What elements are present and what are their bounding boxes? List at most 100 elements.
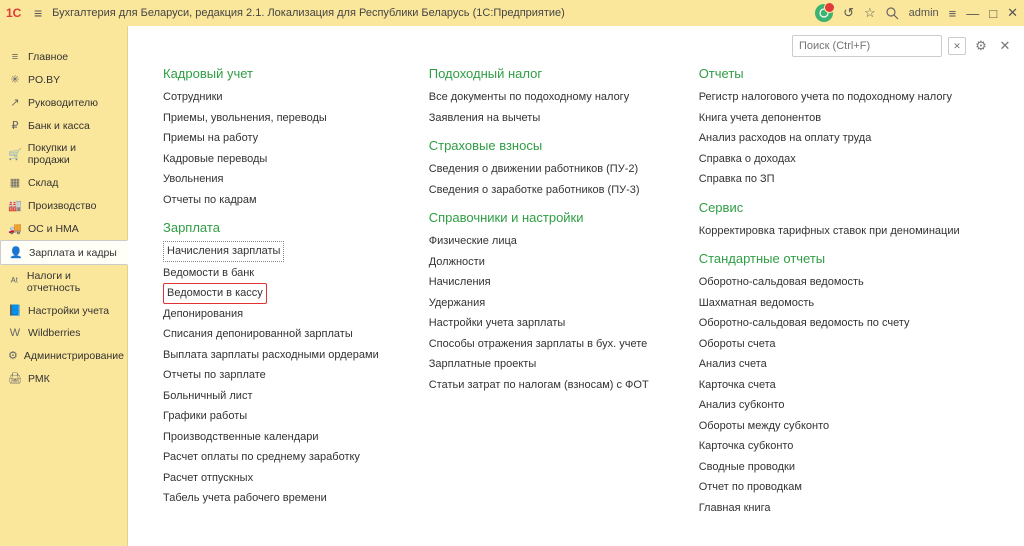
menu-link[interactable]: Начисления bbox=[429, 272, 649, 293]
menu-link[interactable]: Анализ субконто bbox=[699, 395, 960, 416]
sidebar-label: Производство bbox=[28, 200, 96, 212]
sidebar-item-6[interactable]: 🏭Производство bbox=[0, 194, 127, 217]
menu-link[interactable]: Отчеты по зарплате bbox=[163, 365, 379, 386]
global-search-icon[interactable] bbox=[886, 7, 899, 20]
menu-link[interactable]: Оборотно-сальдовая ведомость по счету bbox=[699, 313, 960, 334]
menu-link[interactable]: Способы отражения зарплаты в бух. учете bbox=[429, 334, 649, 355]
menu-link[interactable]: Табель учета рабочего времени bbox=[163, 488, 379, 509]
menu-link[interactable]: Увольнения bbox=[163, 169, 379, 190]
menu-link[interactable]: Корректировка тарифных ставок при деноми… bbox=[699, 221, 960, 242]
menu-link[interactable]: Приемы на работу bbox=[163, 128, 379, 149]
settings-gear-icon[interactable]: ⚙ bbox=[972, 37, 990, 55]
titlebar: 1C ≡ Бухгалтерия для Беларуси, редакция … bbox=[0, 0, 1024, 26]
section-title[interactable]: Подоходный налог bbox=[429, 66, 649, 81]
menu-link[interactable]: Выплата зарплаты расходными ордерами bbox=[163, 345, 379, 366]
menu-link[interactable]: Настройки учета зарплаты bbox=[429, 313, 649, 334]
menu-link[interactable]: Списания депонированной зарплаты bbox=[163, 324, 379, 345]
menu-link[interactable]: Ведомости в банк bbox=[163, 263, 379, 284]
section-title[interactable]: Зарплата bbox=[163, 220, 379, 235]
menu-link[interactable]: Больничный лист bbox=[163, 386, 379, 407]
section-title[interactable]: Страховые взносы bbox=[429, 138, 649, 153]
menu-link[interactable]: Расчет отпускных bbox=[163, 468, 379, 489]
minimize-icon[interactable]: — bbox=[966, 6, 979, 21]
sidebar-icon: ₽ bbox=[8, 119, 22, 132]
close-window-icon[interactable]: ✕ bbox=[1007, 5, 1018, 21]
menu-link[interactable]: Статьи затрат по налогам (взносам) с ФОТ bbox=[429, 375, 649, 396]
menu-link[interactable]: Сводные проводки bbox=[699, 457, 960, 478]
main-menu-icon[interactable]: ≡ bbox=[30, 3, 46, 23]
menu-link[interactable]: Карточка субконто bbox=[699, 436, 960, 457]
menu-link[interactable]: Карточка счета bbox=[699, 375, 960, 396]
menu-link[interactable]: Обороты между субконто bbox=[699, 416, 960, 437]
menu-link[interactable]: Шахматная ведомость bbox=[699, 293, 960, 314]
settings-bars-icon[interactable]: ≡ bbox=[949, 6, 957, 21]
menu-link[interactable]: Оборотно-сальдовая ведомость bbox=[699, 272, 960, 293]
menu-link[interactable]: Все документы по подоходному налогу bbox=[429, 87, 649, 108]
sidebar-icon: 🛒 bbox=[8, 148, 22, 161]
sidebar-item-1[interactable]: ✳PO.BY bbox=[0, 68, 127, 91]
menu-link[interactable]: Расчет оплаты по среднему заработку bbox=[163, 447, 379, 468]
menu-link[interactable]: Книга учета депонентов bbox=[699, 108, 960, 129]
user-label[interactable]: admin bbox=[909, 7, 939, 19]
menu-link[interactable]: Справка о доходах bbox=[699, 149, 960, 170]
section-title[interactable]: Отчеты bbox=[699, 66, 960, 81]
menu-link[interactable]: Сведения о движении работников (ПУ-2) bbox=[429, 159, 649, 180]
column-0: Кадровый учет СотрудникиПриемы, увольнени… bbox=[163, 66, 379, 526]
section-title[interactable]: Стандартные отчеты bbox=[699, 251, 960, 266]
history-icon[interactable]: ↺ bbox=[843, 5, 854, 21]
sidebar-item-13[interactable]: 🖨РМК bbox=[0, 367, 127, 390]
menu-link[interactable]: Отчет по проводкам bbox=[699, 477, 960, 498]
menu-link[interactable]: Зарплатные проекты bbox=[429, 354, 649, 375]
sidebar-item-7[interactable]: 🚚ОС и НМА bbox=[0, 217, 127, 240]
menu-link[interactable]: Анализ расходов на оплату труда bbox=[699, 128, 960, 149]
menu-link[interactable]: Регистр налогового учета по подоходному … bbox=[699, 87, 960, 108]
sidebar-icon: 🚚 bbox=[8, 222, 22, 235]
clear-search-icon[interactable]: ✕ bbox=[948, 37, 966, 55]
sidebar-item-9[interactable]: ᴬᵗНалоги и отчетность bbox=[0, 265, 127, 299]
sidebar-item-0[interactable]: ≡Главное bbox=[0, 46, 127, 68]
sidebar-icon: ↗ bbox=[8, 96, 22, 109]
menu-link[interactable]: Сведения о заработке работников (ПУ-3) bbox=[429, 180, 649, 201]
sidebar-label: Склад bbox=[28, 177, 58, 189]
menu-link[interactable]: Кадровые переводы bbox=[163, 149, 379, 170]
sidebar-icon: 👤 bbox=[9, 246, 23, 259]
menu-link[interactable]: Производственные календари bbox=[163, 427, 379, 448]
section-title[interactable]: Сервис bbox=[699, 200, 960, 215]
sidebar-item-10[interactable]: 📘Настройки учета bbox=[0, 299, 127, 322]
menu-link[interactable]: Должности bbox=[429, 252, 649, 273]
menu-link[interactable]: Удержания bbox=[429, 293, 649, 314]
sidebar-label: РМК bbox=[28, 373, 50, 385]
menu-link[interactable]: Справка по ЗП bbox=[699, 169, 960, 190]
section-title[interactable]: Кадровый учет bbox=[163, 66, 379, 81]
section: Сервис Корректировка тарифных ставок при … bbox=[699, 200, 960, 242]
menu-link[interactable]: Физические лица bbox=[429, 231, 649, 252]
menu-link[interactable]: Анализ счета bbox=[699, 354, 960, 375]
maximize-icon[interactable]: □ bbox=[989, 6, 997, 21]
section-title[interactable]: Справочники и настройки bbox=[429, 210, 649, 225]
menu-link[interactable]: Сотрудники bbox=[163, 87, 379, 108]
sidebar-item-2[interactable]: ↗ Руководителю bbox=[0, 91, 127, 114]
menu-link[interactable]: Ведомости в кассу bbox=[163, 283, 267, 304]
sidebar-label: Руководителю bbox=[28, 97, 98, 109]
menu-link[interactable]: Обороты счета bbox=[699, 334, 960, 355]
favorites-icon[interactable]: ☆ bbox=[864, 5, 876, 21]
notifications-icon[interactable] bbox=[815, 4, 833, 22]
menu-link[interactable]: Заявления на вычеты bbox=[429, 108, 649, 129]
sidebar-item-4[interactable]: 🛒Покупки и продажи bbox=[0, 137, 127, 171]
menu-link[interactable]: Графики работы bbox=[163, 406, 379, 427]
sidebar-item-5[interactable]: ▦ Склад bbox=[0, 171, 127, 194]
sidebar-item-3[interactable]: ₽ Банк и касса bbox=[0, 114, 127, 137]
menu-link[interactable]: Депонирования bbox=[163, 304, 379, 325]
sidebar-item-11[interactable]: WWildberries bbox=[0, 322, 127, 344]
close-panel-icon[interactable]: ✕ bbox=[996, 37, 1014, 55]
menu-link[interactable]: Начисления зарплаты bbox=[163, 241, 284, 262]
menu-link[interactable]: Главная книга bbox=[699, 498, 960, 519]
menu-link[interactable]: Приемы, увольнения, переводы bbox=[163, 108, 379, 129]
menu-link[interactable]: Отчеты по кадрам bbox=[163, 190, 379, 211]
search-input[interactable] bbox=[792, 35, 942, 57]
sidebar-item-12[interactable]: ⚙Администрирование bbox=[0, 344, 127, 367]
sidebar-label: Банк и касса bbox=[28, 120, 90, 132]
sidebar-item-8[interactable]: 👤Зарплата и кадры bbox=[0, 240, 128, 265]
content-area: Кадровый учет СотрудникиПриемы, увольнени… bbox=[128, 66, 1024, 546]
sidebar-icon: ▦ bbox=[8, 176, 22, 189]
